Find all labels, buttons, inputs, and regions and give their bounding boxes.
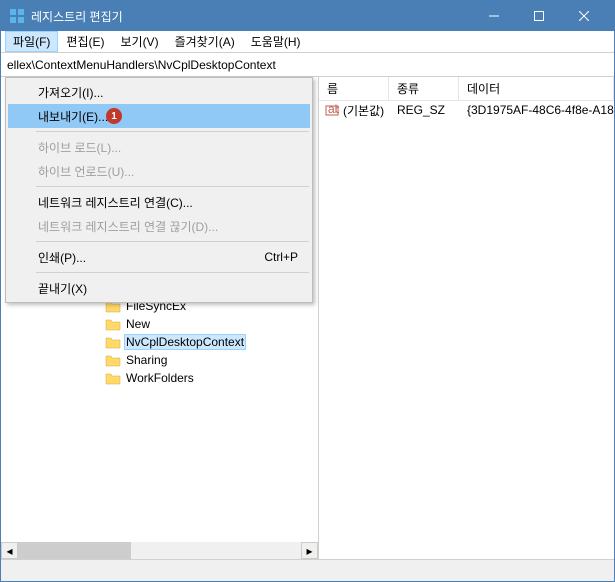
menu-disconnect-label: 네트워크 레지스트리 연결 끊기(D)... (38, 218, 218, 235)
menu-unload-hive-label: 하이브 언로드(U)... (38, 163, 134, 180)
folder-icon (105, 353, 121, 367)
list-pane: 름 종류 데이터 ab (기본값) REG_SZ {3D1975AF-48C6-… (319, 77, 614, 559)
app-icon (9, 8, 25, 24)
tree-label-selected: NvCplDesktopContext (124, 334, 246, 350)
tree-node[interactable]: ·WorkFolders (91, 369, 318, 387)
minimize-button[interactable] (471, 1, 516, 31)
cell-name-text: (기본값) (343, 102, 384, 119)
menu-print-label: 인쇄(P)... (38, 249, 86, 266)
menu-file[interactable]: 파일(F) (5, 31, 58, 52)
menu-connect-label: 네트워크 레지스트리 연결(C)... (38, 194, 193, 211)
address-path: ellex\ContextMenuHandlers\NvCplDesktopCo… (7, 58, 276, 72)
folder-icon (105, 335, 121, 349)
tree-label: WorkFolders (124, 371, 196, 385)
menu-separator (36, 272, 309, 273)
tree-node[interactable]: ·New (91, 315, 318, 333)
menu-print[interactable]: 인쇄(P)... Ctrl+P (8, 245, 310, 269)
tree-node[interactable]: ·NvCplDesktopContext (91, 333, 318, 351)
col-data[interactable]: 데이터 (459, 77, 614, 101)
svg-text:ab: ab (328, 103, 339, 116)
menu-export[interactable]: 내보내기(E)... 1 (8, 104, 310, 128)
cell-type: REG_SZ (391, 102, 461, 118)
status-bar (1, 559, 614, 581)
menu-separator (36, 186, 309, 187)
menu-view[interactable]: 보기(V) (112, 31, 166, 52)
tree-node[interactable]: ·Sharing (91, 351, 318, 369)
scroll-thumb[interactable] (18, 542, 131, 559)
list-header: 름 종류 데이터 (319, 77, 614, 101)
cell-data: {3D1975AF-48C6-4f8e-A18 (461, 102, 614, 118)
menu-exit[interactable]: 끝내기(X) (8, 276, 310, 300)
menu-help[interactable]: 도움말(H) (243, 31, 309, 52)
tree-label: Sharing (124, 353, 169, 367)
menu-load-hive-label: 하이브 로드(L)... (38, 139, 121, 156)
cell-name: ab (기본값) (319, 101, 391, 120)
menu-export-label: 내보내기(E)... (38, 108, 108, 125)
scroll-track[interactable] (18, 542, 301, 559)
title-bar: 레지스트리 편집기 (1, 1, 614, 31)
content-area: 가져오기(I)... 내보내기(E)... 1 하이브 로드(L)... 하이브… (1, 77, 614, 559)
menu-bar: 파일(F) 편집(E) 보기(V) 즐겨찾기(A) 도움말(H) (1, 31, 614, 53)
close-button[interactable] (561, 1, 606, 31)
menu-separator (36, 131, 309, 132)
scroll-right-icon[interactable]: ▸ (301, 542, 318, 559)
col-type[interactable]: 종류 (389, 77, 459, 101)
annotation-badge: 1 (106, 108, 122, 124)
list-row[interactable]: ab (기본값) REG_SZ {3D1975AF-48C6-4f8e-A18 (319, 101, 614, 119)
menu-import[interactable]: 가져오기(I)... (8, 80, 310, 104)
menu-print-shortcut: Ctrl+P (264, 250, 298, 264)
regstring-icon: ab (325, 103, 339, 117)
menu-load-hive: 하이브 로드(L)... (8, 135, 310, 159)
col-name[interactable]: 름 (319, 77, 389, 101)
file-dropdown: 가져오기(I)... 내보내기(E)... 1 하이브 로드(L)... 하이브… (5, 77, 313, 303)
menu-separator (36, 241, 309, 242)
menu-connect[interactable]: 네트워크 레지스트리 연결(C)... (8, 190, 310, 214)
window-title: 레지스트리 편집기 (31, 8, 471, 25)
menu-unload-hive: 하이브 언로드(U)... (8, 159, 310, 183)
menu-disconnect: 네트워크 레지스트리 연결 끊기(D)... (8, 214, 310, 238)
menu-exit-label: 끝내기(X) (38, 280, 87, 297)
folder-icon (105, 317, 121, 331)
menu-import-label: 가져오기(I)... (38, 84, 104, 101)
tree-label: New (124, 317, 152, 331)
menu-edit[interactable]: 편집(E) (58, 31, 112, 52)
horizontal-scrollbar[interactable]: ◂ ▸ (1, 542, 318, 559)
scroll-left-icon[interactable]: ◂ (1, 542, 18, 559)
maximize-button[interactable] (516, 1, 561, 31)
address-bar[interactable]: ellex\ContextMenuHandlers\NvCplDesktopCo… (1, 53, 614, 77)
folder-icon (105, 371, 121, 385)
menu-favorites[interactable]: 즐겨찾기(A) (167, 31, 243, 52)
